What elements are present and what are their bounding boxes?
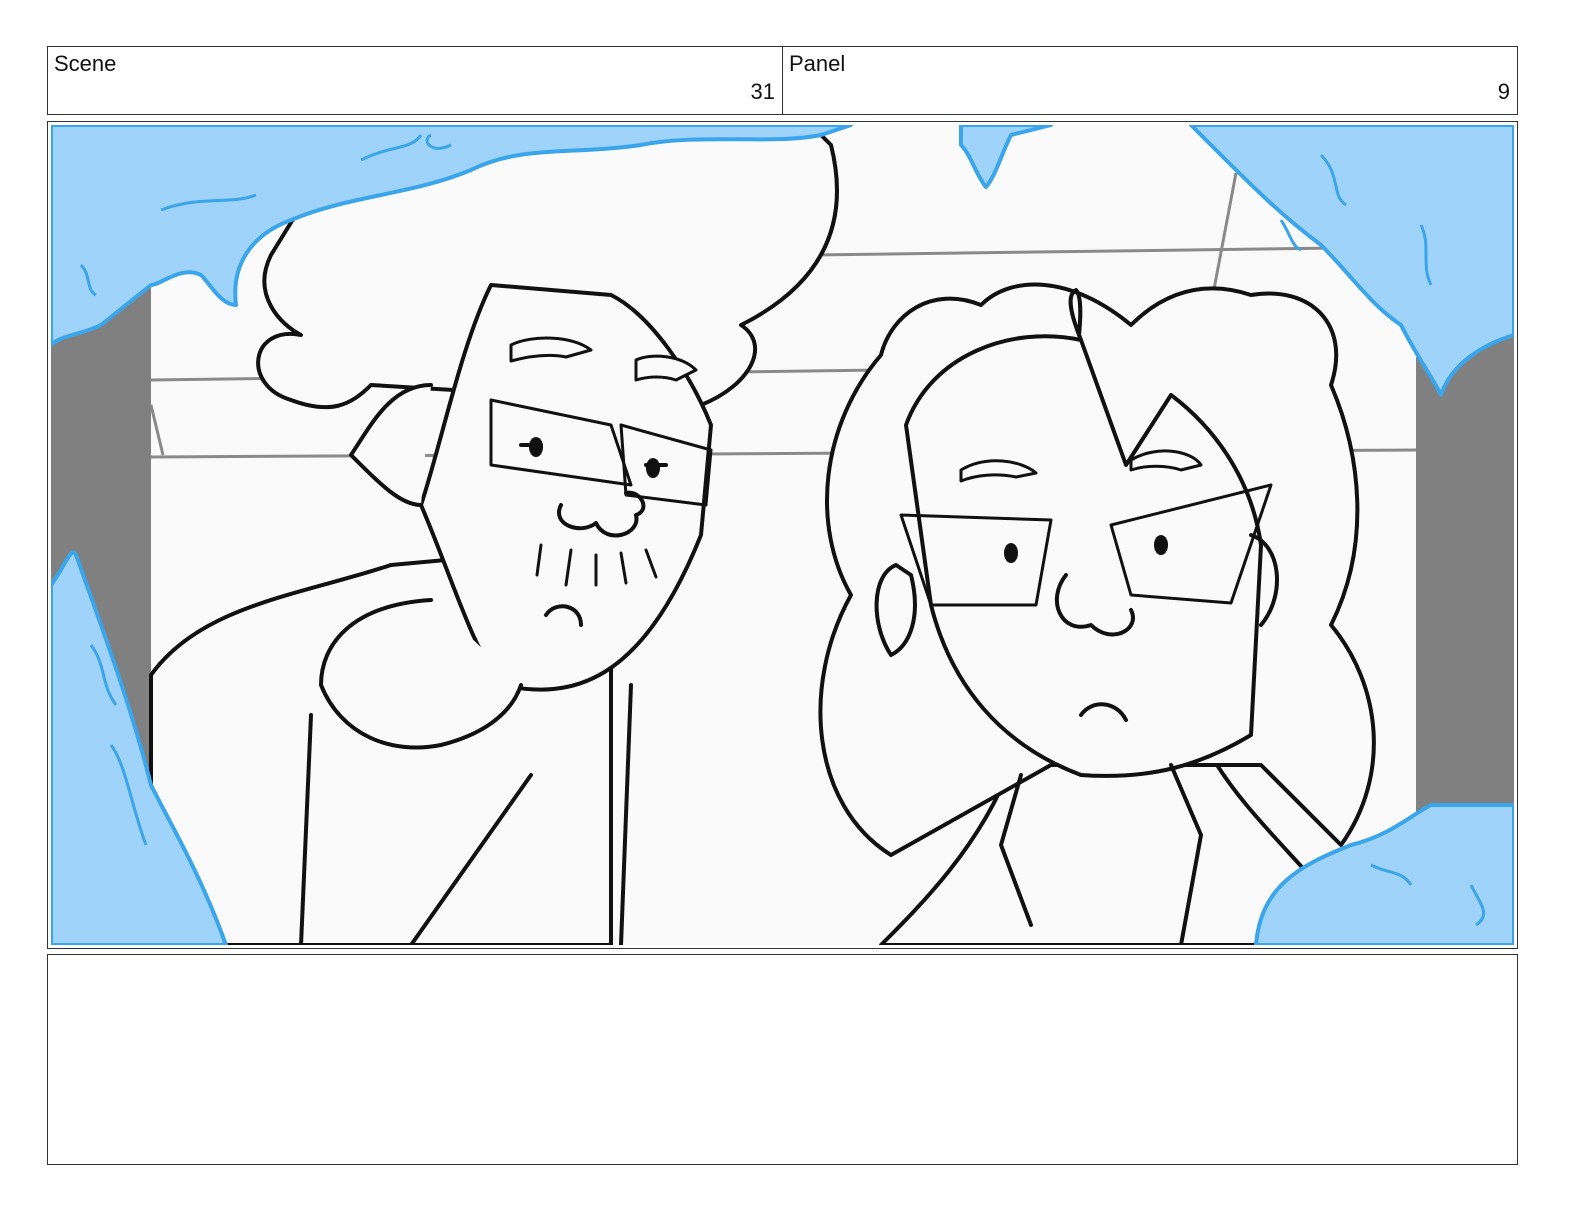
panel-cell: Panel 9 <box>782 47 1517 114</box>
panel-number: 9 <box>1497 79 1510 104</box>
scene-label: Scene <box>54 51 117 76</box>
panel-header: Scene 31 Panel 9 <box>47 46 1518 115</box>
scene-number: 31 <box>750 79 775 104</box>
storyboard-drawing <box>51 125 1514 945</box>
notes-box <box>47 954 1518 1165</box>
storyboard-frame <box>47 121 1518 949</box>
scene-cell: Scene 31 <box>48 47 782 114</box>
panel-label: Panel <box>789 51 846 76</box>
right-shadow <box>1416 335 1514 845</box>
